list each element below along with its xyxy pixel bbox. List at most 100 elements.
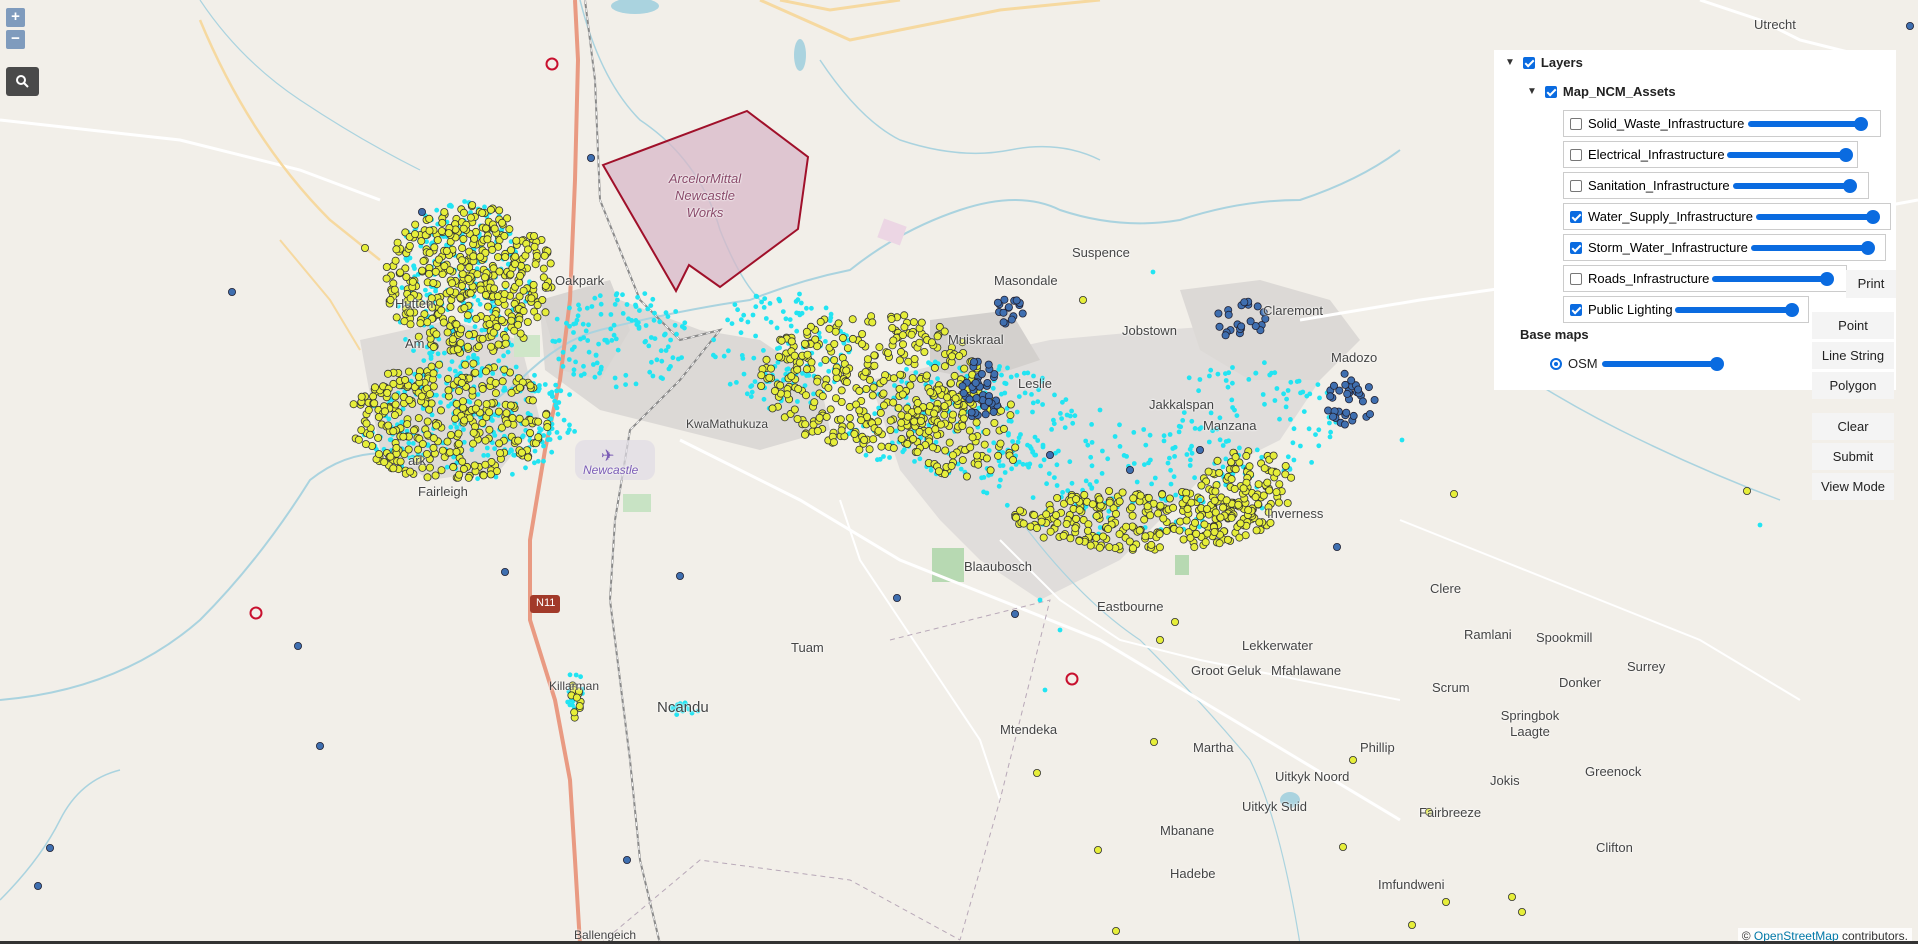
public-lighting-point[interactable]	[392, 245, 401, 254]
public-lighting-point[interactable]	[1053, 493, 1062, 502]
storm-water-point[interactable]	[1224, 310, 1233, 319]
public-lighting-point[interactable]	[951, 394, 960, 403]
water-supply-point[interactable]	[1105, 456, 1111, 462]
public-lighting-point[interactable]	[842, 378, 851, 387]
water-supply-point[interactable]	[1097, 407, 1103, 413]
public-lighting-point[interactable]	[429, 443, 438, 452]
water-supply-point[interactable]	[1230, 365, 1235, 370]
public-lighting-point[interactable]	[489, 328, 498, 337]
storm-water-point[interactable]	[1214, 309, 1223, 318]
public-lighting-point[interactable]	[419, 257, 428, 266]
public-lighting-point[interactable]	[392, 313, 401, 322]
water-supply-point[interactable]	[1083, 438, 1089, 444]
public-lighting-point[interactable]	[1059, 531, 1068, 540]
public-lighting-point[interactable]	[1112, 509, 1121, 518]
public-lighting-point[interactable]	[1030, 511, 1039, 520]
water-supply-point[interactable]	[552, 339, 558, 344]
public-lighting-point[interactable]	[813, 377, 822, 386]
storm-water-point[interactable]	[993, 298, 1002, 307]
public-lighting-point[interactable]	[947, 461, 956, 470]
water-supply-point[interactable]	[580, 321, 586, 327]
public-lighting-point[interactable]	[1252, 526, 1261, 535]
layer-group-checkbox[interactable]	[1544, 85, 1557, 98]
public-lighting-point[interactable]	[399, 432, 408, 441]
water-supply-point[interactable]	[596, 341, 601, 347]
public-lighting-point[interactable]	[1281, 461, 1290, 470]
water-supply-point[interactable]	[804, 373, 809, 378]
public-lighting-point[interactable]	[433, 236, 442, 245]
water-supply-point[interactable]	[1208, 367, 1214, 373]
water-supply-point[interactable]	[1399, 437, 1405, 443]
public-lighting-point[interactable]	[928, 443, 937, 452]
storm-water-point[interactable]	[893, 594, 902, 603]
water-supply-point[interactable]	[482, 204, 487, 210]
point-button[interactable]: Point	[1812, 312, 1894, 339]
public-lighting-point[interactable]	[463, 311, 472, 320]
water-supply-point[interactable]	[752, 379, 758, 384]
public-lighting-point[interactable]	[506, 401, 515, 410]
water-supply-point[interactable]	[741, 371, 747, 377]
water-supply-point[interactable]	[1085, 442, 1091, 448]
public-lighting-point[interactable]	[837, 386, 846, 395]
water-supply-point[interactable]	[1067, 459, 1073, 465]
water-supply-point[interactable]	[1030, 495, 1036, 500]
water-supply-point[interactable]	[602, 337, 608, 343]
storm-water-point[interactable]	[999, 318, 1008, 327]
public-lighting-point[interactable]	[406, 320, 415, 329]
public-lighting-point[interactable]	[1442, 898, 1451, 907]
water-supply-point[interactable]	[1006, 431, 1011, 436]
public-lighting-point[interactable]	[930, 363, 939, 372]
public-lighting-point[interactable]	[1231, 465, 1240, 474]
public-lighting-point[interactable]	[1112, 927, 1121, 936]
water-supply-point[interactable]	[647, 369, 653, 375]
water-supply-point[interactable]	[1099, 471, 1105, 476]
public-lighting-point[interactable]	[1155, 530, 1164, 539]
water-supply-point[interactable]	[984, 490, 990, 496]
water-supply-point[interactable]	[797, 291, 802, 297]
water-supply-point[interactable]	[1057, 627, 1063, 633]
public-lighting-point[interactable]	[493, 292, 502, 301]
public-lighting-point[interactable]	[454, 429, 463, 438]
water-supply-point[interactable]	[917, 456, 923, 462]
water-supply-point[interactable]	[741, 312, 747, 318]
public-lighting-point[interactable]	[540, 251, 549, 260]
water-supply-point[interactable]	[777, 345, 782, 351]
public-lighting-point[interactable]	[468, 201, 477, 210]
storm-water-point[interactable]	[623, 856, 632, 865]
public-lighting-point[interactable]	[936, 420, 945, 429]
public-lighting-point[interactable]	[934, 467, 943, 476]
water-supply-point[interactable]	[646, 343, 652, 349]
public-lighting-point[interactable]	[472, 314, 481, 323]
public-lighting-point[interactable]	[1211, 487, 1220, 496]
public-lighting-point[interactable]	[1099, 532, 1108, 541]
public-lighting-point[interactable]	[1104, 525, 1113, 534]
public-lighting-point[interactable]	[875, 343, 884, 352]
public-lighting-point[interactable]	[1210, 528, 1219, 537]
public-lighting-point[interactable]	[490, 284, 499, 293]
public-lighting-point[interactable]	[848, 334, 857, 343]
public-lighting-point[interactable]	[444, 229, 453, 238]
public-lighting-point[interactable]	[495, 439, 504, 448]
public-lighting-point[interactable]	[1009, 455, 1018, 464]
public-lighting-point[interactable]	[374, 433, 383, 442]
public-lighting-point[interactable]	[826, 405, 835, 414]
water-supply-point[interactable]	[1147, 432, 1153, 438]
public-lighting-point[interactable]	[446, 302, 455, 311]
marker-circle[interactable]	[1065, 672, 1079, 686]
public-lighting-point[interactable]	[1052, 511, 1061, 520]
public-lighting-point[interactable]	[481, 460, 490, 469]
water-supply-point[interactable]	[490, 371, 496, 376]
public-lighting-point[interactable]	[822, 412, 831, 421]
public-lighting-point[interactable]	[958, 421, 967, 430]
water-supply-point[interactable]	[1313, 432, 1318, 437]
public-lighting-point[interactable]	[500, 365, 509, 374]
public-lighting-point[interactable]	[1006, 400, 1015, 409]
public-lighting-point[interactable]	[909, 434, 918, 443]
storm-water-point[interactable]	[1347, 376, 1356, 385]
storm-water-point[interactable]	[1370, 395, 1379, 404]
water-supply-point[interactable]	[469, 447, 475, 453]
clear-button[interactable]: Clear	[1812, 413, 1894, 440]
public-lighting-point[interactable]	[943, 393, 952, 402]
water-supply-point[interactable]	[1168, 467, 1173, 473]
public-lighting-point[interactable]	[423, 430, 432, 439]
